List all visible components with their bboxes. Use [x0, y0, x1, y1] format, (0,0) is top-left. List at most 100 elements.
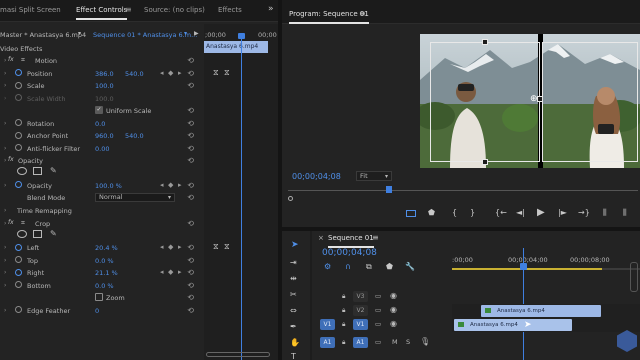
time-remapping-row[interactable]: › Time Remapping: [0, 205, 200, 218]
a1-source-patch[interactable]: A1: [320, 337, 335, 348]
v3-lock-icon[interactable]: 🔒︎: [342, 292, 345, 301]
fit-dropdown[interactable]: Fit ▾: [356, 171, 392, 181]
step-back-icon[interactable]: ◄|: [516, 208, 525, 217]
opacity-add-keyframe-icon[interactable]: ◆: [168, 181, 173, 189]
crop-top-value[interactable]: 0.0 %: [95, 257, 114, 265]
opacity-next-keyframe-icon[interactable]: ▸: [178, 181, 182, 189]
crop-left-prev-keyframe-icon[interactable]: ◂: [160, 243, 164, 251]
rotation-stopwatch-icon[interactable]: [15, 119, 22, 126]
ellipse-mask-icon[interactable]: [17, 167, 27, 175]
timeline-vertical-scrollbar[interactable]: [630, 262, 638, 292]
tab-menu-icon[interactable]: ≡: [125, 5, 132, 14]
nest-toggle-icon[interactable]: ⚙: [324, 262, 331, 271]
crop-bottom-value[interactable]: 0.0 %: [95, 282, 114, 290]
edge-feather-reset-icon[interactable]: ⟲: [187, 306, 194, 315]
fx-badge-icon[interactable]: fx: [8, 56, 14, 63]
v1-track-toggle[interactable]: V1: [353, 319, 368, 330]
razor-tool-icon[interactable]: ✂: [290, 290, 297, 299]
safe-margins-icon[interactable]: [406, 210, 416, 217]
go-to-in-icon[interactable]: {←: [495, 208, 507, 217]
master-dropdown-icon[interactable]: ▾: [78, 30, 81, 37]
crop-bottom-reset-icon[interactable]: ⟲: [187, 281, 194, 290]
selection-tool-icon[interactable]: ➤: [291, 240, 299, 250]
linked-selection-icon[interactable]: ⧉: [366, 262, 372, 272]
crop-pen-mask-icon[interactable]: ✎: [50, 229, 57, 238]
v3-eye-icon[interactable]: ◉: [390, 291, 397, 300]
snap-icon[interactable]: ∩: [345, 262, 351, 271]
position-prev-keyframe-icon[interactable]: ◂: [160, 69, 164, 77]
crop-right-stopwatch-icon[interactable]: [15, 268, 22, 276]
mark-out-icon[interactable]: }: [470, 208, 475, 217]
zoom-reset-icon[interactable]: ⟲: [187, 293, 194, 302]
tab-source[interactable]: Source: (no clips): [144, 6, 205, 14]
timeline-settings-icon[interactable]: 🔧: [405, 262, 415, 271]
a1-sync-icon[interactable]: ▭: [375, 338, 381, 346]
go-to-out-icon[interactable]: →}: [578, 208, 590, 217]
crop-left-next-keyframe-icon[interactable]: ▸: [178, 243, 182, 251]
a1-mic-icon[interactable]: 🎙︎: [420, 337, 430, 346]
crop-top-reset-icon[interactable]: ⟲: [187, 256, 194, 265]
scale-reset-icon[interactable]: ⟲: [187, 81, 194, 90]
pen-tool-icon[interactable]: ✒: [290, 322, 297, 331]
add-marker-icon[interactable]: ⬟: [428, 208, 435, 217]
fx-crop-row[interactable]: › fx ⌗ Crop ⟲: [0, 218, 200, 231]
v3-track-toggle[interactable]: V3: [353, 291, 368, 302]
v2-track-toggle[interactable]: V2: [353, 305, 368, 316]
uniform-scale-checkbox[interactable]: ✓: [95, 106, 103, 114]
hand-tool-icon[interactable]: ✋: [290, 338, 300, 347]
uniform-scale-reset-icon[interactable]: ⟲: [187, 106, 194, 115]
crop-right-prev-keyframe-icon[interactable]: ◂: [160, 268, 164, 276]
v3-sync-icon[interactable]: ▭: [375, 292, 381, 300]
position-y-value[interactable]: 540.0: [125, 70, 144, 78]
v2-sync-icon[interactable]: ▭: [375, 306, 381, 314]
time-remap-twirl-icon[interactable]: ›: [4, 207, 6, 214]
program-scrub-playhead[interactable]: [386, 186, 392, 193]
sequence-dropdown-icon[interactable]: ▾: [184, 30, 187, 37]
edge-feather-stopwatch-icon[interactable]: [15, 306, 22, 313]
position-add-keyframe-icon[interactable]: ◆: [168, 69, 173, 77]
edge-feather-value[interactable]: 0: [95, 307, 99, 315]
tab-effects[interactable]: Effects: [218, 6, 242, 14]
v2-eye-icon[interactable]: ◉: [390, 305, 397, 314]
add-marker-timeline-icon[interactable]: ⬟: [386, 262, 393, 271]
motion-reset-icon[interactable]: ⟲: [187, 56, 194, 65]
overflow-chevrons-icon[interactable]: »: [268, 4, 274, 14]
opacity-twirl-icon[interactable]: ›: [4, 157, 6, 164]
motion-transform-icon[interactable]: ⌗: [21, 56, 25, 65]
lift-icon[interactable]: ⫼: [603, 208, 607, 218]
program-scrub-track[interactable]: [288, 190, 638, 191]
crop-right-twirl-icon[interactable]: ›: [4, 269, 6, 276]
crop-left-reset-icon[interactable]: ⟲: [187, 243, 194, 252]
tab-effect-controls[interactable]: Effect Controls: [76, 6, 128, 20]
opacity-prev-keyframe-icon[interactable]: ◂: [160, 181, 164, 189]
anti-flicker-twirl-icon[interactable]: ›: [4, 145, 6, 152]
anti-flicker-reset-icon[interactable]: ⟲: [187, 144, 194, 153]
crop-left-add-keyframe-icon[interactable]: ◆: [168, 243, 173, 251]
anchor-x-value[interactable]: 960.0: [95, 132, 114, 140]
crosshair-center-icon[interactable]: ⊕: [530, 94, 538, 104]
program-tab[interactable]: Program: Sequence 01: [289, 10, 369, 24]
opacity-stopwatch-icon[interactable]: [15, 181, 22, 188]
clip-v1[interactable]: Anastasya 6.mp4: [454, 319, 572, 331]
track-select-tool-icon[interactable]: ⇥: [290, 258, 297, 267]
opacity-section-reset-icon[interactable]: ⟲: [187, 156, 194, 165]
crop-rect-mask-icon[interactable]: [33, 229, 42, 238]
crop-top-stopwatch-icon[interactable]: [15, 256, 22, 263]
position-x-value[interactable]: 386.0: [95, 70, 114, 78]
fx-opacity-row[interactable]: › fx Opacity ⟲: [0, 155, 200, 168]
timeline-menu-icon[interactable]: ≡: [372, 233, 379, 242]
ec-mini-playhead[interactable]: [241, 34, 242, 360]
tab-split-screen[interactable]: masi Split Screen: [0, 6, 61, 14]
master-clip-label[interactable]: Master * Anastasya 6.mp4: [0, 31, 86, 39]
crop-twirl-icon[interactable]: ›: [4, 220, 6, 227]
scale-twirl-icon[interactable]: ›: [4, 82, 6, 89]
timeline-tab[interactable]: Sequence 01: [328, 234, 374, 248]
ec-mini-play-icon[interactable]: ▶: [194, 30, 199, 37]
a1-mute-button[interactable]: M: [392, 338, 398, 346]
zoom-checkbox[interactable]: [95, 293, 103, 301]
program-timecode[interactable]: 00;00;04;08: [292, 172, 341, 181]
ripple-edit-tool-icon[interactable]: ⇹: [290, 274, 297, 283]
play-icon[interactable]: ▶: [537, 207, 545, 218]
mark-in-icon[interactable]: {: [452, 208, 457, 217]
position-twirl-icon[interactable]: ›: [4, 70, 6, 77]
